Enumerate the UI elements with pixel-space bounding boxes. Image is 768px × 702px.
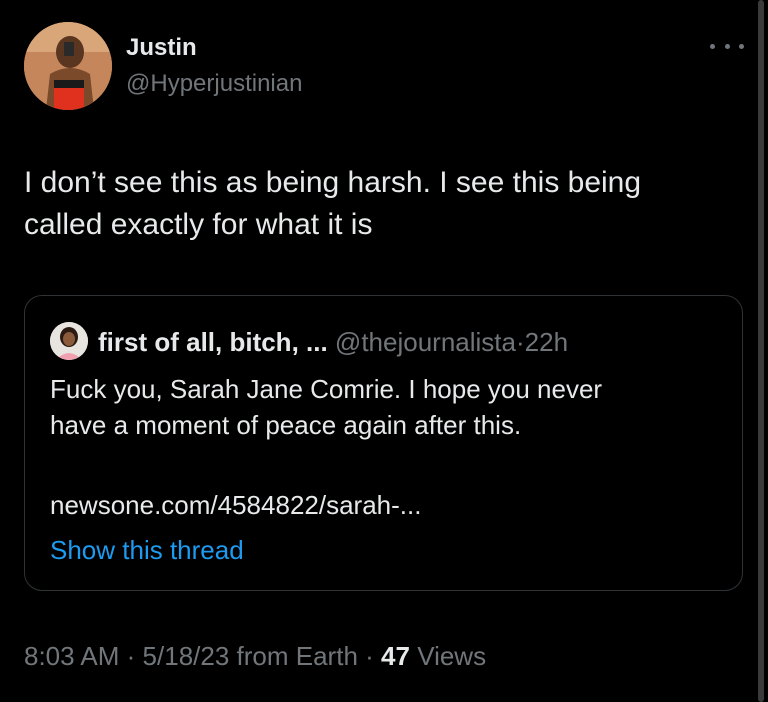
meta-separator: · xyxy=(126,641,136,671)
author-display-name[interactable]: Justin xyxy=(126,34,197,62)
quoted-author-handle[interactable]: @thejournalista xyxy=(335,327,516,357)
tweet-metadata: 8:03 AM · 5/18/23 from Earth · 47 Views xyxy=(24,640,486,672)
more-dot xyxy=(724,43,730,49)
scrollbar[interactable] xyxy=(758,0,764,702)
meta-separator: · xyxy=(365,641,374,671)
quoted-text-line: have a moment of peace again after this. xyxy=(50,410,522,440)
quoted-tweet-card[interactable]: first of all, bitch, ... @thejournalista… xyxy=(24,295,743,591)
show-thread-link[interactable]: Show this thread xyxy=(50,534,244,566)
more-dot xyxy=(710,43,715,49)
author-handle[interactable]: @Hyperjustinian xyxy=(126,70,302,98)
tweet-text-line: I don’t see this as being harsh. I see t… xyxy=(24,166,642,199)
quoted-tweet-text: Fuck you, Sarah Jane Comrie. I hope you … xyxy=(50,371,710,443)
tweet-detail: Justin @Hyperjustinian I don’t see this … xyxy=(0,0,768,702)
tweet-text-line: called exactly for what it is xyxy=(24,208,373,241)
quoted-author-avatar[interactable] xyxy=(50,322,88,360)
tweet-time[interactable]: 8:03 AM xyxy=(24,641,119,671)
tweet-date[interactable]: 5/18/23 xyxy=(143,641,230,671)
tweet-source: from Earth xyxy=(236,641,358,671)
profile-photo-icon xyxy=(24,22,112,110)
more-options-icon[interactable] xyxy=(710,38,744,54)
quoted-tweet-link[interactable]: newsone.com/4584822/sarah-... xyxy=(50,489,421,521)
meta-separator: · xyxy=(515,327,525,357)
author-avatar[interactable] xyxy=(24,22,112,110)
quoted-profile-photo-icon xyxy=(50,322,88,360)
more-dot xyxy=(739,43,744,49)
quoted-author-name[interactable]: first of all, bitch, ... xyxy=(98,327,328,357)
quoted-tweet-header: first of all, bitch, ... @thejournalista… xyxy=(98,326,568,358)
quoted-text-line: Fuck you, Sarah Jane Comrie. I hope you … xyxy=(50,374,603,404)
views-count[interactable]: 47 xyxy=(381,641,410,671)
tweet-text: I don’t see this as being harsh. I see t… xyxy=(24,162,724,246)
views-label[interactable]: Views xyxy=(417,641,486,671)
quoted-tweet-age[interactable]: 22h xyxy=(525,327,568,357)
